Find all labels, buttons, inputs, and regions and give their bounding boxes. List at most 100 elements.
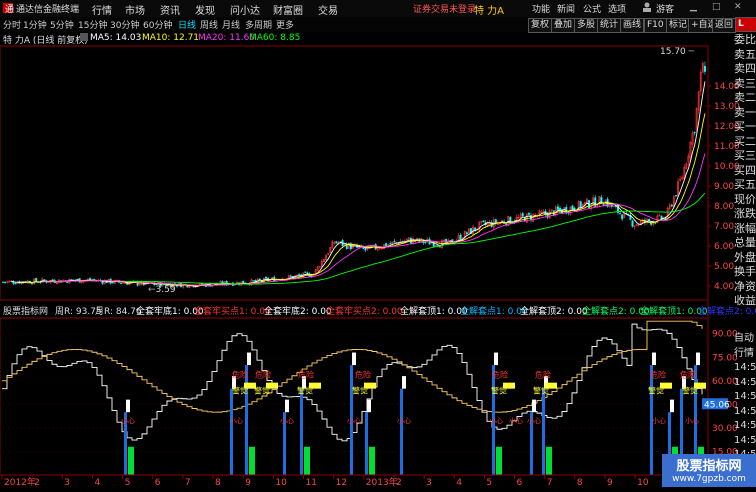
watermark-logo: 股票指标网 www.7gpzb.com	[662, 454, 756, 487]
signal-alert-5: 警觉	[533, 385, 549, 395]
ma-lines	[11, 81, 706, 287]
watermark-title: 股票指标网	[676, 459, 742, 474]
indicator-bar-white	[126, 399, 130, 413]
indicator-bar-blue	[245, 365, 248, 475]
indicator-name[interactable]: 股票指标网	[3, 304, 48, 317]
candle-body	[304, 271, 307, 273]
date-tick-label-15: 4	[456, 478, 462, 487]
candle-body	[4, 281, 7, 283]
date-tick-label-20: 9	[607, 478, 613, 487]
kline-chart[interactable]: 危险 危险 危险 危险 危险 危险 危险 危险警觉 警觉 警觉 警觉 警觉 警觉 警觉 警觉小心 小心 小心 小心…	[0, 0, 756, 487]
indicator-bar-blue	[365, 412, 368, 475]
signal-alert-1: 警觉	[254, 385, 270, 395]
indicator-bar-green	[369, 446, 375, 475]
quote-field-7: 买二	[734, 134, 756, 148]
indicator-bar-blue	[300, 388, 303, 475]
date-tick-label-21: 10	[637, 478, 649, 487]
signal-caution-5: 小心	[489, 416, 503, 425]
signal-caution-9: 小心	[685, 416, 699, 425]
signal-danger-6: 危险	[650, 370, 666, 380]
quote-field-1: 卖五	[734, 47, 756, 61]
indicator-bar-white	[285, 399, 289, 413]
price-tick-label-5: 9.00	[714, 182, 734, 192]
date-tick-label-9: 10	[275, 478, 287, 487]
date-tick-label-11: 12	[336, 478, 347, 487]
date-tick-label-3: 4	[94, 478, 100, 487]
signal-labels: 危险 危险 危险 危险 危险 危险 危险 危险警觉 警觉 警觉 警觉 警觉 警觉 警觉 警觉小心 小心 小心 小心…	[121, 370, 706, 425]
tick-field-0: 自动	[734, 333, 754, 344]
candle-body	[389, 243, 392, 245]
date-tick-label-5: 6	[155, 478, 161, 487]
date-tick-label-2: 3	[64, 478, 70, 487]
candle-body	[306, 272, 309, 274]
watermark-url: www.7gpzb.com	[672, 474, 746, 484]
tick-field-5: 14:50	[734, 405, 756, 417]
date-tick-label-19: 8	[577, 478, 583, 487]
signal-danger-0: 危险	[232, 370, 248, 380]
candle-body	[393, 241, 396, 243]
quote-field-0: 委比	[734, 33, 756, 46]
indicator-bar-white	[494, 352, 498, 366]
indicator-bar-blue	[230, 388, 233, 475]
candle-body	[298, 274, 301, 276]
candle-body	[654, 222, 657, 224]
month-r-value: 月R: 84.76	[95, 307, 142, 317]
date-tick-label-6: 7	[185, 478, 191, 487]
tick-field-4: 14:50	[734, 391, 756, 402]
quote-field-2: 卖四	[734, 62, 756, 75]
price-tick-label-7: 7.00	[714, 222, 734, 232]
candle-body	[621, 214, 624, 220]
indicator-bar-white	[352, 352, 356, 366]
date-tick-label-12: 2013年	[366, 476, 398, 487]
date-tick-label-7: 8	[215, 478, 221, 487]
tick-field-6: 14:50	[734, 420, 756, 431]
quote-field-9: 买四	[734, 163, 756, 177]
date-tick-label-1: 2	[34, 478, 40, 487]
candle-body	[252, 280, 255, 282]
signal-caution-7: 小心	[527, 416, 541, 425]
candle-body	[594, 197, 597, 207]
candle-body	[675, 195, 677, 197]
candle-body	[703, 65, 706, 72]
signal-caution-4: 小心	[397, 416, 411, 425]
date-tick-label-0: 2012年	[4, 476, 36, 487]
signal-danger-7: 危险	[680, 370, 696, 380]
candle-body	[35, 278, 38, 282]
candle-body	[459, 234, 462, 241]
candle-body	[631, 220, 634, 227]
indicator-bar-white	[247, 352, 251, 366]
signal-danger-4: 危险	[492, 370, 508, 380]
indicator-item-5: 全解套点1: 0.00	[460, 307, 528, 317]
quote-field-3: 卖三	[734, 76, 756, 90]
date-tick-label-8: 9	[245, 478, 251, 487]
indicator-item-2: 全套牢底2: 0.00	[264, 307, 332, 317]
low-price-label: ←3.59	[148, 285, 176, 295]
signal-danger-2: 危险	[298, 370, 314, 380]
indicator-bar-white	[670, 399, 674, 413]
candle-body	[14, 283, 17, 285]
quote-field-6: 买一	[734, 120, 756, 133]
candle-body	[521, 213, 524, 217]
signal-alert-4: 警觉	[491, 385, 507, 395]
quote-field-18: 收益	[734, 294, 756, 307]
quote-field-13: 涨幅	[734, 221, 756, 235]
tick-field-3: 14:50	[734, 376, 756, 388]
quote-field-17: 净资	[734, 279, 756, 293]
indicator-item-4: 全解套顶1: 0.00	[400, 307, 468, 317]
price-panel-border	[0, 45, 709, 301]
date-tick-label-13: 2	[396, 478, 402, 487]
quote-field-5: 卖一	[734, 105, 756, 119]
indicator-bar-blue	[542, 388, 545, 475]
indicator-bar-white	[652, 352, 656, 366]
indicator-current-value: 45.06	[704, 400, 730, 410]
candle-body	[111, 282, 114, 284]
signal-caution-3: 小心	[347, 416, 361, 425]
signal-alert-2: 警觉	[297, 385, 313, 395]
signal-caution-6: 小心	[509, 416, 523, 425]
candle-body	[571, 205, 574, 210]
candle-body	[43, 279, 46, 281]
candle-body	[527, 213, 530, 215]
indicator-bar-white	[402, 376, 406, 389]
signal-caution-1: 小心	[229, 416, 243, 425]
candle-body	[364, 248, 367, 251]
